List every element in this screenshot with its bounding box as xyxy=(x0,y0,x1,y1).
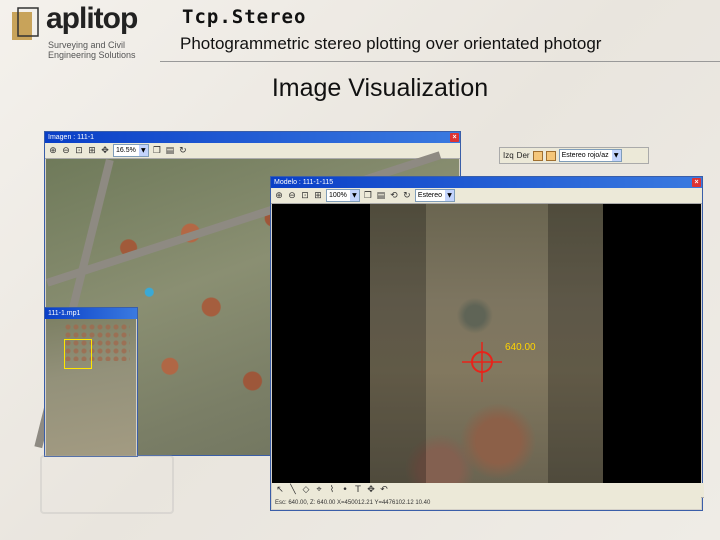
chevron-down-icon: ▼ xyxy=(349,190,359,201)
pointer-icon[interactable]: ↖ xyxy=(275,485,285,495)
refresh-icon[interactable]: ↻ xyxy=(402,191,412,201)
model-mode-select[interactable]: Estereo ▼ xyxy=(414,189,456,202)
zoom-extents-icon[interactable]: ⊞ xyxy=(87,146,97,156)
zoom-in-icon[interactable]: ⊕ xyxy=(274,191,284,201)
right-image-button[interactable]: Der xyxy=(517,151,530,160)
image-window-title: Imagen : 111-1 xyxy=(48,134,95,141)
sync-icon[interactable] xyxy=(532,150,543,161)
zoom-out-icon[interactable]: ⊖ xyxy=(61,146,71,156)
app-title: Tcp.Stereo xyxy=(182,6,307,28)
zoom-in-icon[interactable]: ⊕ xyxy=(48,146,58,156)
watermark xyxy=(40,455,174,514)
copy-icon[interactable]: ❐ xyxy=(152,146,162,156)
close-icon[interactable]: × xyxy=(692,178,701,187)
close-icon[interactable]: × xyxy=(450,133,459,142)
stereo-toolbar: Izq Der Estereo rojo/az ▼ xyxy=(499,147,649,164)
zoom-out-icon[interactable]: ⊖ xyxy=(287,191,297,201)
text-icon[interactable]: T xyxy=(353,485,363,495)
stereo-icon[interactable] xyxy=(545,150,556,161)
status-bar: Esc: 640.00, Z: 640.00 X=450012.21 Y=447… xyxy=(272,497,701,509)
zoom-select-value: 16.5% xyxy=(116,147,136,154)
overview-window[interactable]: 111-1.mp1 xyxy=(44,307,138,457)
model-zoom-select[interactable]: 100% ▼ xyxy=(326,189,360,202)
model-window[interactable]: Modelo : 111-1-115 × ⊕ ⊖ ⊡ ⊞ 100% ▼ ❐ ▤ ⟲… xyxy=(270,176,704,511)
point-icon[interactable]: • xyxy=(340,485,350,495)
undo-icon[interactable]: ↶ xyxy=(379,485,389,495)
overview-image[interactable] xyxy=(46,319,136,456)
logo-mark-icon xyxy=(12,7,39,40)
chevron-down-icon: ▼ xyxy=(445,190,455,201)
model-bottom-toolbar: ↖ ╲ ◇ ⌖ ⌇ • T ✥ ↶ xyxy=(272,483,704,498)
stereo-view[interactable]: 640.00 xyxy=(272,204,701,483)
zoom-window-icon[interactable]: ⊡ xyxy=(300,191,310,201)
header-divider xyxy=(160,61,720,62)
overview-window-title: 111-1.mp1 xyxy=(48,310,81,317)
print-icon[interactable]: ▤ xyxy=(376,191,386,201)
copy-icon[interactable]: ❐ xyxy=(363,191,373,201)
logo-subtitle: Surveying and Civil Engineering Solution… xyxy=(48,40,136,60)
left-image-button[interactable]: Izq xyxy=(503,151,514,160)
viewport-box[interactable] xyxy=(64,339,92,369)
model-mode-value: Estereo xyxy=(417,192,443,199)
logo-text: aplitop xyxy=(46,2,138,35)
move-icon[interactable]: ✥ xyxy=(366,485,376,495)
model-toolbar: ⊕ ⊖ ⊡ ⊞ 100% ▼ ❐ ▤ ⟲ ↻ Estereo ▼ xyxy=(271,188,702,204)
app-subtitle: Photogrammetric stereo plotting over ori… xyxy=(180,34,602,53)
right-overlap-band xyxy=(548,204,603,483)
snap-icon[interactable]: ⌖ xyxy=(314,485,324,495)
overview-window-titlebar[interactable]: 111-1.mp1 xyxy=(45,308,137,319)
line-icon[interactable]: ╲ xyxy=(288,485,298,495)
chevron-down-icon: ▼ xyxy=(611,150,621,161)
model-window-title: Modelo : 111-1-115 xyxy=(274,179,334,186)
section-heading: Image Visualization xyxy=(271,74,489,102)
zoom-select[interactable]: 16.5% ▼ xyxy=(113,144,149,157)
stereo-mode-select[interactable]: Estereo rojo/az ▼ xyxy=(558,149,622,162)
refresh-icon[interactable]: ↻ xyxy=(178,146,188,156)
floating-mark-cursor-icon[interactable] xyxy=(462,342,502,382)
polyline-icon[interactable]: ⌇ xyxy=(327,485,337,495)
zoom-extents-icon[interactable]: ⊞ xyxy=(313,191,323,201)
sync-icon[interactable]: ⟲ xyxy=(389,191,399,201)
stereo-mode-value: Estereo rojo/az xyxy=(561,152,609,159)
zoom-window-icon[interactable]: ⊡ xyxy=(74,146,84,156)
model-zoom-value: 100% xyxy=(329,192,347,199)
print-icon[interactable]: ▤ xyxy=(165,146,175,156)
model-window-titlebar[interactable]: Modelo : 111-1-115 × xyxy=(271,177,702,188)
left-overlap-band xyxy=(370,204,426,483)
elevation-readout: 640.00 xyxy=(505,342,536,353)
pan-icon[interactable]: ✥ xyxy=(100,146,110,156)
image-window-titlebar[interactable]: Imagen : 111-1 × xyxy=(45,132,460,143)
chevron-down-icon: ▼ xyxy=(138,145,148,156)
node-icon[interactable]: ◇ xyxy=(301,485,311,495)
image-toolbar: ⊕ ⊖ ⊡ ⊞ ✥ 16.5% ▼ ❐ ▤ ↻ xyxy=(45,143,460,159)
company-logo: aplitop Surveying and Civil Engineering … xyxy=(6,2,156,60)
